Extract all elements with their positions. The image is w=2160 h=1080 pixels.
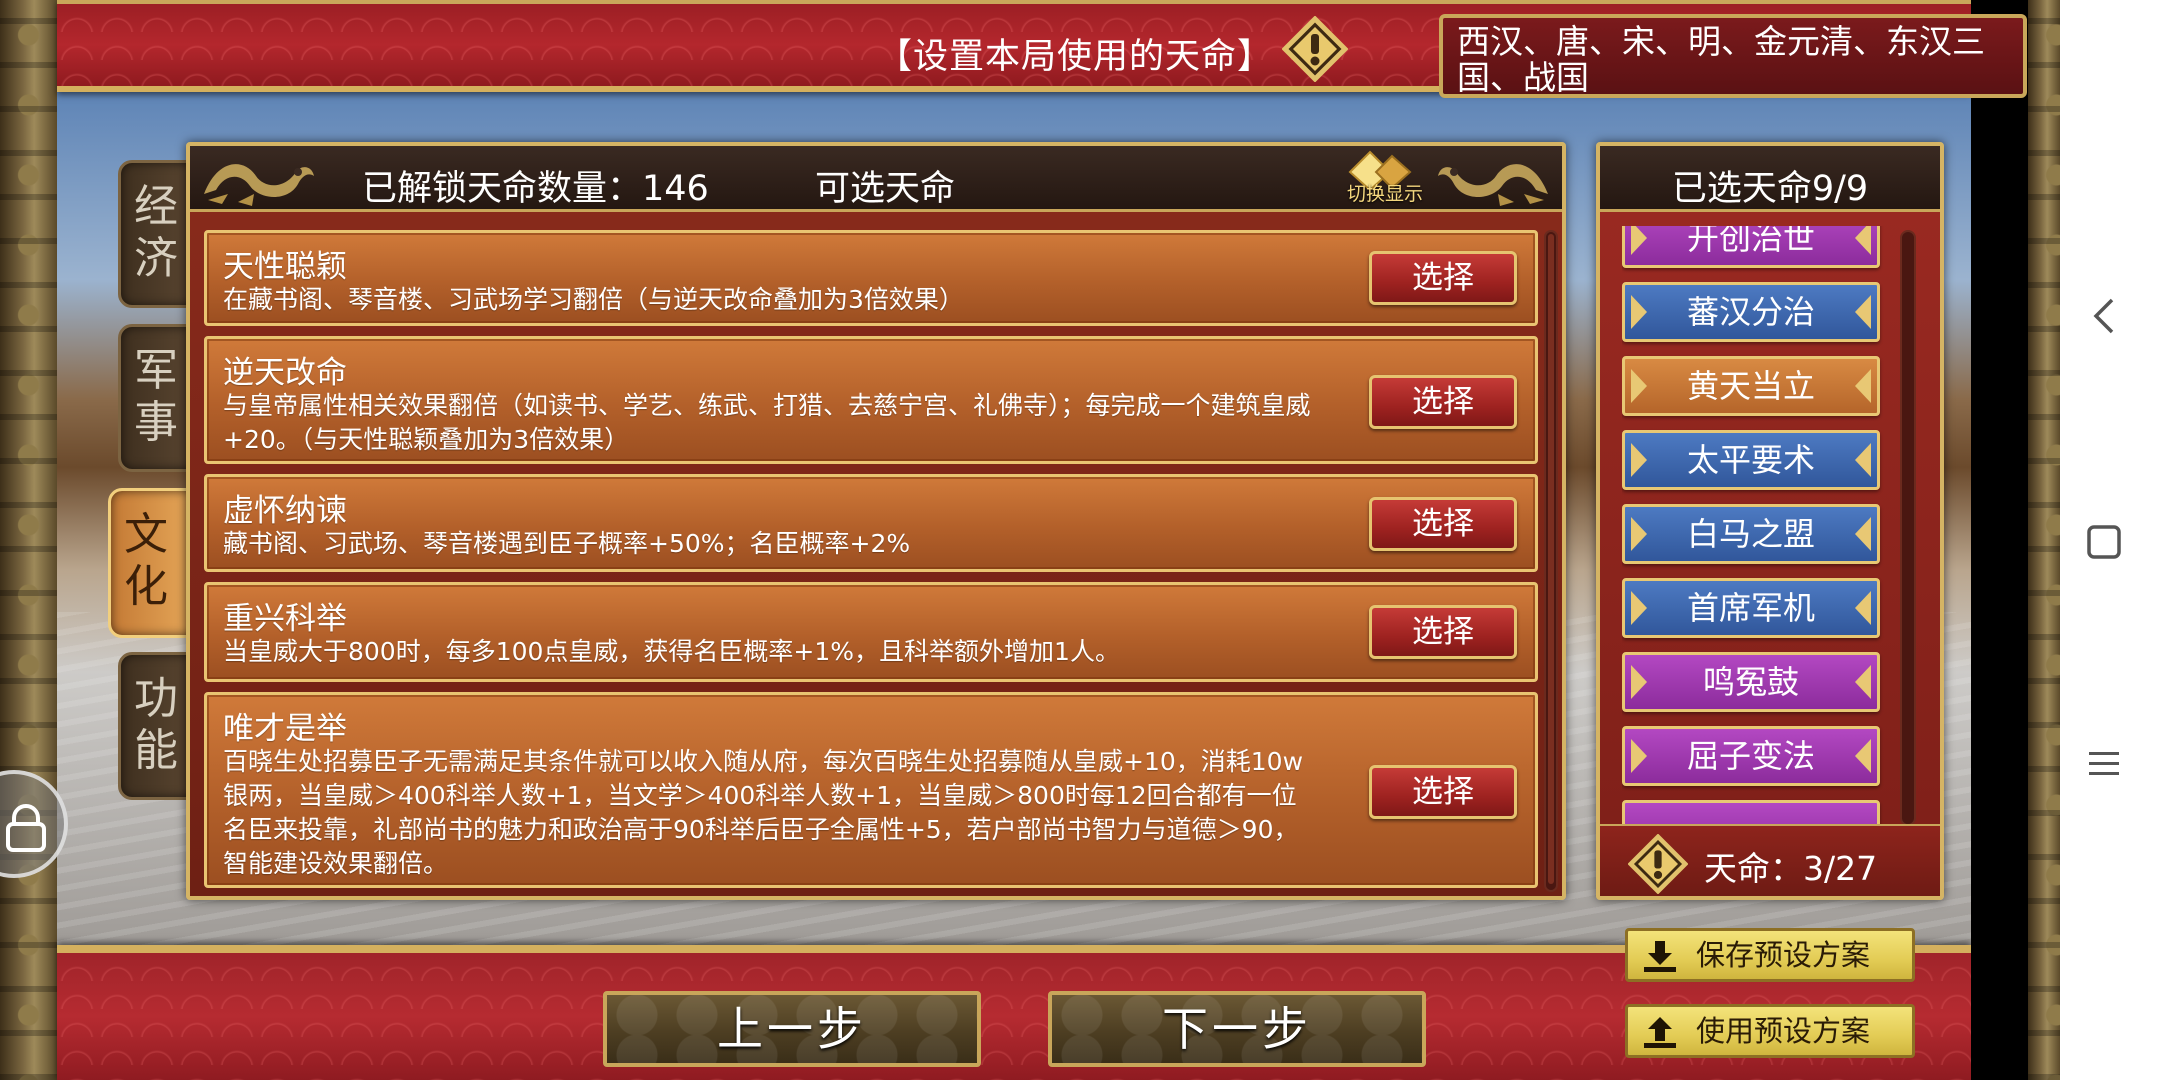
fate-card: 虚怀纳谏 藏书阁、习武场、琴音楼遇到臣子概率+50%；名臣概率+2% 选择 xyxy=(204,474,1538,572)
selected-fate-item[interactable]: 蕃汉分治 xyxy=(1622,282,1880,342)
selected-fate-item[interactable]: 鸣冤鼓 xyxy=(1622,652,1880,712)
system-navigation-bar xyxy=(2060,0,2160,1080)
download-icon xyxy=(1644,941,1676,972)
fate-title: 重兴科举 xyxy=(223,601,347,637)
panel-title: 可选天命 xyxy=(815,169,956,209)
toggle-display-label: 切换显示 xyxy=(1346,183,1423,205)
selected-fate-label: 太平要术 xyxy=(1686,441,1815,479)
selected-fate-item[interactable]: 太平要术 xyxy=(1622,430,1880,490)
upload-icon xyxy=(1644,1017,1676,1048)
fate-description: 在藏书阁、琴音楼、习武场学习翻倍（与逆天改命叠加为3倍效果） xyxy=(223,285,964,314)
selected-fate-label: 鸣冤鼓 xyxy=(1702,663,1799,701)
dynasty-list[interactable]: 西汉、唐、宋、明、金元清、东汉三国、战国 xyxy=(1439,14,2027,98)
left-ornament-border xyxy=(0,0,57,1080)
chevron-right-icon xyxy=(1631,226,1647,255)
tab-label: 文化 xyxy=(124,509,168,612)
select-button[interactable]: 选择 xyxy=(1369,605,1517,659)
selected-fate-title: 已选天命9/9 xyxy=(1671,169,1869,209)
warning-icon[interactable] xyxy=(1282,16,1348,82)
selected-fate-item[interactable]: 开创治世 xyxy=(1622,226,1880,268)
selected-list-scrollbar[interactable] xyxy=(1900,230,1916,826)
fate-description: 当皇威大于800时，每多100点皇威，获得名臣概率+1%，且科举额外增加1人。 xyxy=(223,637,1120,666)
selected-fate-label: 蕃汉分治 xyxy=(1686,293,1815,331)
warning-icon[interactable] xyxy=(1628,834,1688,894)
chevron-left-icon xyxy=(1855,517,1871,551)
page-title: 【设置本局使用的天命】 xyxy=(877,37,1274,77)
selected-fate-list[interactable]: 开创治世 蕃汉分治 黄天当立 太平要术 白马之盟 首席军机 鸣冤鼓 屈子变法 xyxy=(1622,226,1884,826)
selectable-fate-panel: 已解锁天命数量：146 可选天命 切换显示 天性聪颖 在藏书阁、琴音楼、习武场学… xyxy=(186,142,1566,900)
panel-header: 已选天命9/9 xyxy=(1600,146,1940,212)
select-button[interactable]: 选择 xyxy=(1369,251,1517,305)
chevron-left-icon xyxy=(1855,443,1871,477)
dragon-ornament-icon xyxy=(1438,164,1548,206)
fate-card: 唯才是举 百晓生处招募臣子无需满足其条件就可以收入随从府，每次百晓生处招募随从皇… xyxy=(204,692,1538,888)
tab-label: 军事 xyxy=(134,345,178,448)
lock-icon xyxy=(6,804,46,852)
fate-title: 虚怀纳谏 xyxy=(223,493,347,529)
chevron-left-icon xyxy=(1855,739,1871,773)
right-ornament-border xyxy=(2028,0,2060,1080)
fate-description: 藏书阁、习武场、琴音楼遇到臣子概率+50%；名臣概率+2% xyxy=(223,529,911,558)
selected-fate-label: 首席军机 xyxy=(1686,589,1815,627)
chevron-left-icon xyxy=(1855,591,1871,625)
panel-header: 已解锁天命数量：146 可选天命 切换显示 xyxy=(190,146,1562,212)
fate-description: 百晓生处招募臣子无需满足其条件就可以收入随从府，每次百晓生处招募随从皇威+10，… xyxy=(223,747,1304,878)
chevron-left-icon xyxy=(1855,295,1871,329)
tab-label: 经济 xyxy=(134,181,178,284)
select-button[interactable]: 选择 xyxy=(1369,765,1517,819)
tab-culture[interactable]: 文化 xyxy=(108,488,194,638)
selected-fate-item-partial[interactable] xyxy=(1622,800,1880,826)
chevron-right-icon xyxy=(1631,517,1647,551)
chevron-right-icon xyxy=(1631,665,1647,699)
top-banner: 【设置本局使用的天命】 西汉、唐、宋、明、金元清、东汉三国、战国 xyxy=(57,0,2027,98)
fate-card: 逆天改命 与皇帝属性相关效果翻倍（如读书、学艺、练武、打猎、去慈宁宫、礼佛寺）；… xyxy=(204,336,1538,464)
chevron-right-icon xyxy=(1631,591,1647,625)
chevron-right-icon xyxy=(1631,739,1647,773)
toggle-display-button[interactable]: 切换显示 xyxy=(1330,150,1440,208)
next-step-button[interactable]: 下一步 xyxy=(1048,991,1426,1067)
fate-card: 天性聪颖 在藏书阁、琴音楼、习武场学习翻倍（与逆天改命叠加为3倍效果） 选择 xyxy=(204,230,1538,326)
tab-label: 功能 xyxy=(134,673,178,776)
previous-step-button[interactable]: 上一步 xyxy=(603,991,981,1067)
fate-title: 天性聪颖 xyxy=(223,249,347,285)
save-preset-button[interactable]: 保存预设方案 xyxy=(1625,928,1915,982)
use-preset-label: 使用预设方案 xyxy=(1696,1014,1871,1048)
fate-description: 与皇帝属性相关效果翻倍（如读书、学艺、练武、打猎、去慈宁宫、礼佛寺）；每完成一个… xyxy=(223,391,1311,454)
back-icon[interactable] xyxy=(2090,296,2120,336)
selected-fate-label: 白马之盟 xyxy=(1686,515,1815,553)
fate-title: 唯才是举 xyxy=(223,711,347,747)
chevron-left-icon xyxy=(1855,665,1871,699)
fate-count: 天命：3/27 xyxy=(1704,849,1878,888)
home-icon[interactable] xyxy=(2086,524,2122,560)
chevron-right-icon xyxy=(1631,369,1647,403)
selected-fate-item[interactable]: 白马之盟 xyxy=(1622,504,1880,564)
selected-fate-label: 黄天当立 xyxy=(1686,367,1815,405)
use-preset-button[interactable]: 使用预设方案 xyxy=(1625,1004,1915,1058)
selected-fate-label: 开创治世 xyxy=(1686,226,1815,257)
tab-function[interactable]: 功能 xyxy=(118,652,194,800)
dragon-ornament-icon xyxy=(204,164,314,206)
scrollbar-thumb[interactable] xyxy=(1548,234,1554,884)
selected-fate-panel: 已选天命9/9 开创治世 蕃汉分治 黄天当立 太平要术 白马之盟 首席军机 鸣冤… xyxy=(1596,142,1944,900)
chevron-left-icon xyxy=(1855,226,1871,255)
selected-fate-label: 屈子变法 xyxy=(1686,737,1815,775)
chevron-right-icon xyxy=(1631,295,1647,329)
tab-military[interactable]: 军事 xyxy=(118,324,194,472)
fate-count-row: 天命：3/27 xyxy=(1600,824,1940,896)
selected-fate-item[interactable]: 屈子变法 xyxy=(1622,726,1880,786)
select-button[interactable]: 选择 xyxy=(1369,497,1517,551)
save-preset-label: 保存预设方案 xyxy=(1696,938,1871,972)
fate-title: 逆天改命 xyxy=(223,355,347,391)
selected-fate-item[interactable]: 首席军机 xyxy=(1622,578,1880,638)
fate-list-scrollbar[interactable] xyxy=(1544,230,1558,892)
tab-economy[interactable]: 经济 xyxy=(118,160,194,308)
game-screen: 【设置本局使用的天命】 西汉、唐、宋、明、金元清、东汉三国、战国 经济 军事 文… xyxy=(0,0,2160,1080)
selected-fate-item[interactable]: 黄天当立 xyxy=(1622,356,1880,416)
fate-card: 重兴科举 当皇威大于800时，每多100点皇威，获得名臣概率+1%，且科举额外增… xyxy=(204,582,1538,682)
unlocked-count: 已解锁天命数量：146 xyxy=(362,169,709,209)
select-button[interactable]: 选择 xyxy=(1369,375,1517,429)
menu-icon[interactable] xyxy=(2086,748,2122,780)
chevron-right-icon xyxy=(1631,443,1647,477)
chevron-left-icon xyxy=(1855,369,1871,403)
